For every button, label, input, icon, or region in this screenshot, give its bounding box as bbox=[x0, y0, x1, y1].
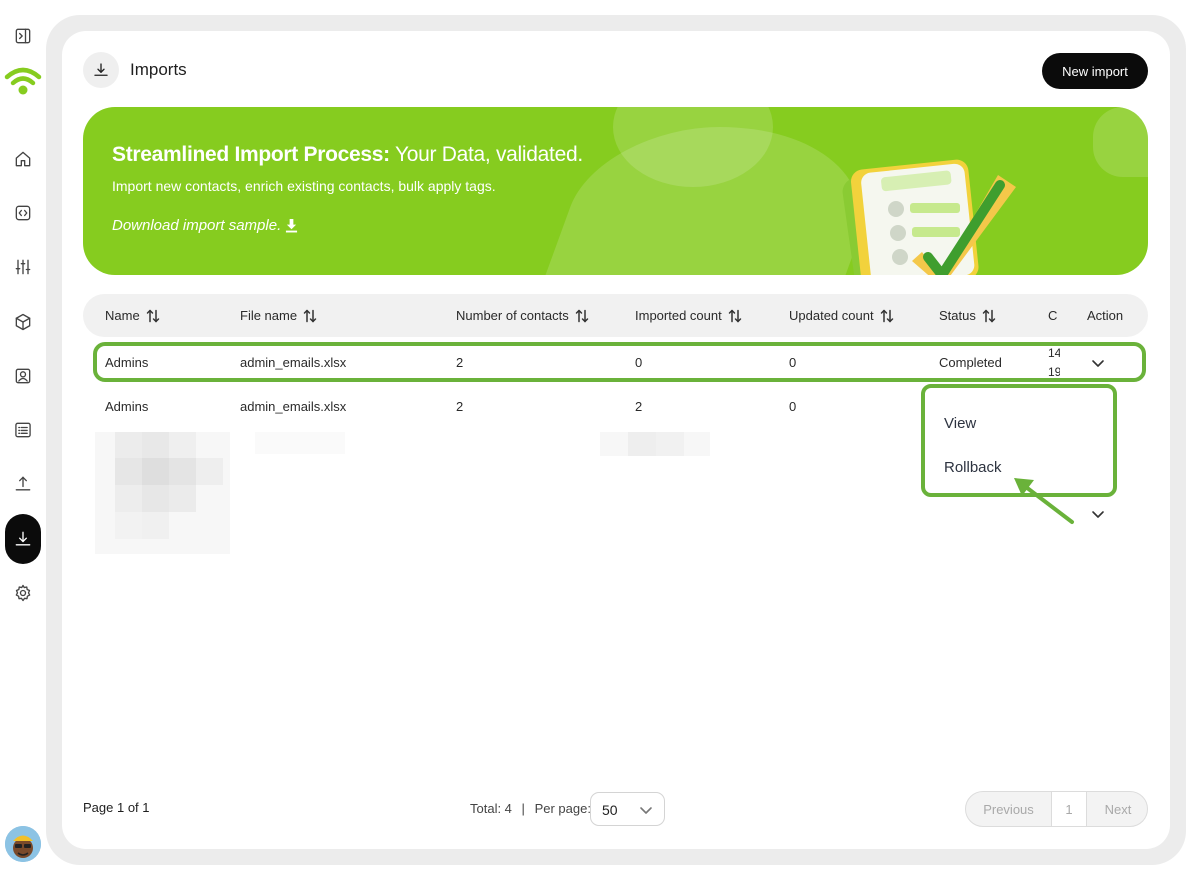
pagination: Previous 1 Next bbox=[965, 791, 1148, 827]
sort-icon bbox=[575, 309, 588, 322]
sidebar-item-exports[interactable] bbox=[6, 467, 40, 501]
row-1-created-bottom: 19 bbox=[1048, 365, 1060, 379]
download-sample-link[interactable]: Download import sample. bbox=[112, 217, 298, 234]
chevron-down-icon bbox=[640, 807, 652, 814]
row-1-updated: 0 bbox=[789, 355, 797, 370]
row-2-updated: 0 bbox=[789, 399, 797, 414]
blurred-content bbox=[95, 432, 230, 554]
code-icon bbox=[15, 205, 31, 221]
sidebar-item-imports[interactable] bbox=[5, 514, 41, 564]
sidebar-item-lists[interactable] bbox=[6, 413, 40, 447]
sidebar-item-sliders[interactable] bbox=[6, 250, 40, 284]
row-2-file-name: admin_emails.xlsx bbox=[240, 399, 347, 414]
sidebar-item-settings[interactable] bbox=[6, 576, 40, 610]
next-page-button[interactable]: Next bbox=[1087, 792, 1147, 826]
upload-icon bbox=[15, 476, 31, 491]
user-avatar-icon bbox=[5, 826, 41, 862]
row-1-status: Completed bbox=[939, 355, 1002, 370]
row-2-contacts: 2 bbox=[456, 399, 464, 414]
blurred-content bbox=[255, 432, 345, 454]
row-2-imported: 2 bbox=[635, 399, 643, 414]
row-1-name: Admins bbox=[105, 355, 149, 370]
sort-icon bbox=[982, 309, 996, 322]
box-icon bbox=[15, 313, 31, 331]
row-1-created-top: 14 bbox=[1048, 346, 1060, 360]
sidebar-item-code[interactable] bbox=[6, 196, 40, 230]
banner-title: Streamlined Import Process: Your Data, v… bbox=[112, 143, 583, 166]
imports-header-icon-wrap bbox=[83, 52, 119, 88]
menu-item-view[interactable]: View bbox=[944, 415, 976, 432]
list-icon bbox=[15, 422, 31, 438]
column-header-imported-count[interactable]: Imported count bbox=[635, 308, 742, 323]
page-info: Page 1 of 1 bbox=[83, 800, 150, 815]
column-header-updated-count[interactable]: Updated count bbox=[789, 308, 894, 323]
banner-subtitle: Import new contacts, enrich existing con… bbox=[112, 178, 496, 194]
sort-icon bbox=[303, 309, 317, 322]
previous-page-button[interactable]: Previous bbox=[966, 792, 1051, 826]
column-header-number-of-contacts[interactable]: Number of contacts bbox=[456, 308, 589, 323]
per-page-select[interactable]: 50 bbox=[590, 792, 665, 826]
row-1-imported: 0 bbox=[635, 355, 643, 370]
download-icon bbox=[15, 531, 31, 546]
sidebar-item-products[interactable] bbox=[6, 305, 40, 339]
download-arrow-icon bbox=[286, 219, 298, 233]
column-header-name[interactable]: Name bbox=[105, 308, 160, 323]
sidebar-toggle-icon bbox=[15, 28, 31, 44]
sort-icon bbox=[146, 309, 159, 322]
sidebar bbox=[0, 0, 46, 880]
column-header-file-name[interactable]: File name bbox=[240, 308, 317, 323]
promo-banner: Streamlined Import Process: Your Data, v… bbox=[83, 107, 1148, 275]
page-number-1[interactable]: 1 bbox=[1051, 792, 1087, 826]
page-title: Imports bbox=[130, 60, 187, 79]
blurred-content bbox=[600, 432, 710, 456]
total-and-per-page: Total: 4 | Per page: bbox=[470, 801, 591, 816]
sort-icon bbox=[728, 309, 741, 322]
banner-decoration bbox=[1093, 107, 1148, 177]
checklist-illustration bbox=[842, 159, 1016, 275]
row-action-chevron-icon[interactable] bbox=[1091, 507, 1105, 521]
row-2-name: Admins bbox=[105, 399, 149, 414]
sidebar-item-contacts[interactable] bbox=[6, 359, 40, 393]
new-import-button[interactable]: New import bbox=[1042, 53, 1148, 89]
row-1-action-chevron-icon[interactable] bbox=[1091, 356, 1105, 370]
row-1-file-name: admin_emails.xlsx bbox=[240, 355, 347, 370]
contact-icon bbox=[15, 368, 31, 384]
sliders-icon bbox=[15, 259, 31, 275]
column-header-created[interactable]: C bbox=[1048, 308, 1060, 323]
column-header-action: Action bbox=[1087, 308, 1124, 323]
avatar[interactable] bbox=[5, 826, 41, 862]
pointer-arrow-icon bbox=[1014, 478, 1074, 524]
menu-item-rollback[interactable]: Rollback bbox=[944, 459, 1002, 476]
settings-icon bbox=[15, 584, 31, 602]
home-icon bbox=[15, 151, 31, 167]
row-1-contacts: 2 bbox=[456, 355, 464, 370]
download-icon bbox=[94, 63, 108, 76]
column-header-status[interactable]: Status bbox=[939, 308, 996, 323]
wifi-logo-icon bbox=[4, 67, 42, 95]
sidebar-item-home[interactable] bbox=[6, 142, 40, 176]
sidebar-toggle-button[interactable] bbox=[6, 19, 40, 53]
sort-icon bbox=[880, 309, 893, 322]
